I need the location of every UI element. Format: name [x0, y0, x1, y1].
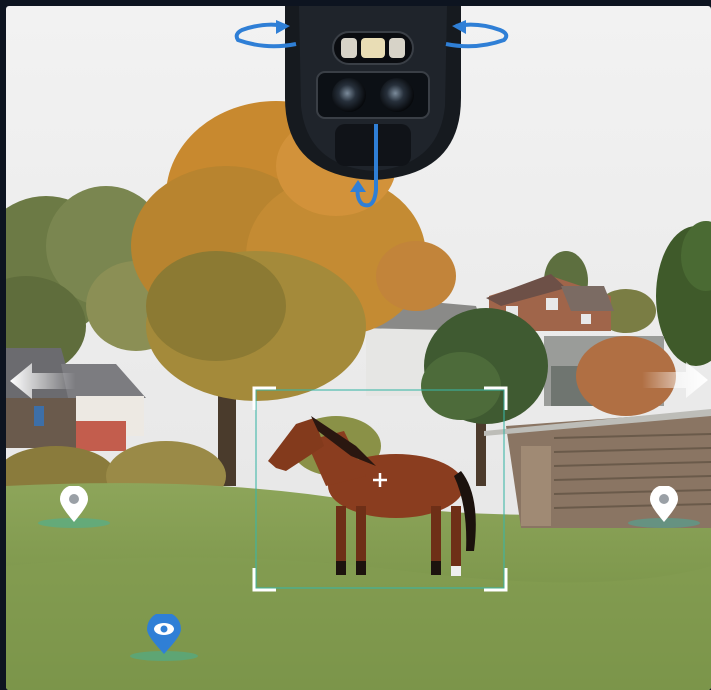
eye-pin-icon[interactable]: [128, 614, 200, 664]
camera-view-scene: [6, 6, 711, 690]
rotate-arrow-right-icon[interactable]: [442, 18, 514, 50]
rotate-arrow-left-icon[interactable]: [230, 18, 300, 50]
arrow-right-icon[interactable]: [642, 360, 708, 400]
tilt-arrow-down-icon[interactable]: [348, 120, 388, 216]
location-pin-icon[interactable]: [626, 486, 702, 532]
location-pin-icon[interactable]: [36, 486, 112, 532]
arrow-left-icon[interactable]: [10, 361, 76, 401]
crosshair-plus-icon: [370, 470, 390, 490]
